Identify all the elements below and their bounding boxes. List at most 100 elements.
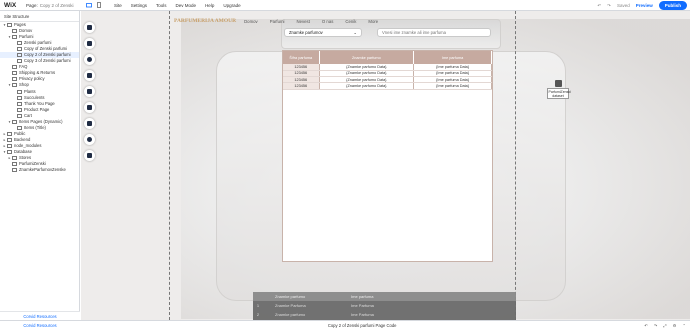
menu-tools[interactable]: Tools [156, 3, 167, 8]
page-value: Copy 2 of Zenski... [39, 2, 74, 8]
footer-header-row: Znamke parfumo Ime parfuma [253, 292, 516, 301]
page-label: Page: [26, 2, 38, 8]
tool-rail [84, 22, 96, 161]
page-icon [12, 168, 17, 173]
page-icon [12, 162, 17, 167]
code-panel-bar: Corvid Resources Copy 2 of Zenski parfum… [0, 320, 690, 329]
expand-icon[interactable]: ⤢ [663, 323, 666, 328]
footer-row: 2 Znamke parfumo Ime Parfuma [253, 310, 516, 319]
wix-logo: WiX [4, 1, 17, 9]
editor-canvas[interactable]: PARFUMERIJA AMOUR Domov Parfumi Nevest O na… [81, 11, 690, 320]
desktop-view-icon[interactable] [86, 2, 92, 8]
site-nav-more[interactable]: More [368, 19, 378, 24]
table-row[interactable]: 123456 {Znamke parfumo Data} {Ime parfuma … [283, 82, 492, 90]
table-header: Znamke parfumo [319, 51, 415, 64]
footer-cell: Znamke parfumo [275, 312, 306, 317]
page-icon [17, 53, 22, 58]
saved-status: Saved [616, 3, 630, 8]
media-icon[interactable] [84, 86, 95, 97]
chevron-down-icon: ⌄ [353, 30, 357, 35]
page-icon [7, 143, 12, 148]
dropdown-value: Znamke parfumov [289, 30, 323, 35]
left-guide-line [169, 11, 170, 320]
page-icon [17, 41, 22, 46]
page-icon [17, 125, 22, 130]
tree-item-label: Items (Title) [24, 124, 46, 130]
footer-col-name: Ime parfuma [351, 294, 374, 299]
table-header: Ime parfuma [413, 51, 492, 64]
undo-icon[interactable]: ↶ [597, 3, 601, 9]
menu-help[interactable]: Help [205, 3, 214, 8]
site-logo[interactable]: PARFUMERIJA AMOUR [174, 18, 236, 24]
site-header: PARFUMERIJA AMOUR Domov Parfumi Nevest O na… [174, 16, 378, 26]
tree-item[interactable]: ZnamkeParfumovZenske [0, 167, 79, 173]
page-code-title[interactable]: Copy 2 of Zenski parfumi Page Code [80, 323, 644, 328]
page-icon [12, 29, 17, 34]
footer-cell: Ime Parfuma [351, 312, 374, 317]
pages-menu-icon[interactable] [84, 22, 95, 33]
corvid-resources-footer[interactable]: Corvid Resources [0, 323, 80, 328]
site-nav-parfumi[interactable]: Parfumi [270, 19, 285, 24]
blog-icon[interactable] [84, 102, 95, 113]
store-icon[interactable] [84, 118, 95, 129]
site-nav-nevest[interactable]: Nevest [297, 19, 310, 24]
page-icon [17, 101, 22, 106]
site-tree: ▾ Pages Domov ▾ Parfumi Zenski parfumi Copy of… [0, 22, 79, 173]
page-icon [17, 107, 22, 112]
page-icon [7, 131, 12, 136]
page-icon [12, 71, 17, 76]
corvid-resources-link[interactable]: Corvid Resources [0, 311, 80, 320]
menu-upgrade[interactable]: Upgrade [223, 3, 240, 8]
page-icon [17, 113, 22, 118]
page-icon [7, 23, 12, 28]
footer-row: 1 Znamke Parfuma Ime Parfuma [253, 301, 516, 310]
publish-button[interactable]: Publish [658, 1, 687, 10]
site-structure-panel: Site Structure ▾ Pages Domov ▾ Parfumi Zenski… [0, 11, 80, 320]
redo-code-icon[interactable]: ↷ [654, 323, 658, 328]
page-icon [7, 150, 12, 154]
dataset-label: ParfumiZenski dataset [547, 88, 571, 99]
footer-col-brand: Znamke parfumo [275, 294, 306, 299]
table-cell: {Znamke parfumo Data} [319, 82, 415, 90]
footer-cell: Ime Parfuma [351, 303, 374, 308]
page-icon [12, 77, 17, 82]
dataset-widget[interactable]: ParfumiZenski dataset [547, 80, 571, 99]
perfume-table[interactable]: Šifra parfuma Znamke parfumo Ime parfuma 1… [282, 50, 493, 262]
site-nav-domov[interactable]: Domov [244, 19, 258, 24]
brand-dropdown[interactable]: Znamke parfumov ⌄ [284, 28, 362, 37]
redo-icon[interactable]: ↷ [607, 3, 611, 9]
dataset-icon [554, 80, 562, 87]
site-footer-strip: Znamke parfumo Ime parfuma 1 Znamke Parfu… [253, 292, 516, 320]
mobile-view-icon[interactable] [96, 2, 102, 8]
database-icon[interactable] [84, 150, 95, 161]
menu-settings[interactable]: Settings [131, 3, 147, 8]
preview-button[interactable]: Preview [636, 3, 653, 8]
footer-cell: Znamke Parfuma [275, 303, 306, 308]
menu-dev-mode[interactable]: Dev Mode [176, 3, 197, 8]
page-icon [17, 47, 22, 52]
chevron-up-icon[interactable]: ⌃ [682, 323, 686, 328]
table-cell: 123456 [283, 82, 320, 90]
page-icon [12, 119, 17, 124]
app-market-icon[interactable] [84, 70, 95, 81]
tree-item-label: ZnamkeParfumovZenske [19, 167, 66, 173]
undo-code-icon[interactable]: ↶ [644, 323, 648, 328]
page-icon [17, 59, 22, 64]
editor-topbar: WiX Page: Copy 2 of Zenski... Site Settin… [0, 0, 690, 11]
page-icon [12, 65, 17, 70]
page-icon [12, 35, 17, 40]
search-input[interactable] [377, 28, 491, 37]
site-nav-o-nas[interactable]: O nas [322, 19, 333, 24]
panel-title: Site Structure [0, 11, 79, 22]
bookings-icon[interactable] [84, 134, 95, 145]
settings-icon[interactable]: ⚙ [673, 323, 677, 328]
site-nav-cenik[interactable]: Cenik [345, 19, 356, 24]
table-header: Šifra parfuma [283, 51, 320, 64]
page-selector[interactable]: Page: Copy 2 of Zenski... [26, 3, 74, 8]
tree-item-label: Copy 3 of Zenski parfumi [24, 58, 71, 64]
footer-cell: 1 [256, 303, 260, 308]
background-icon[interactable] [84, 38, 95, 49]
menu-site[interactable]: Site [114, 3, 122, 8]
add-icon[interactable] [84, 54, 95, 65]
footer-cell: 2 [256, 312, 260, 317]
